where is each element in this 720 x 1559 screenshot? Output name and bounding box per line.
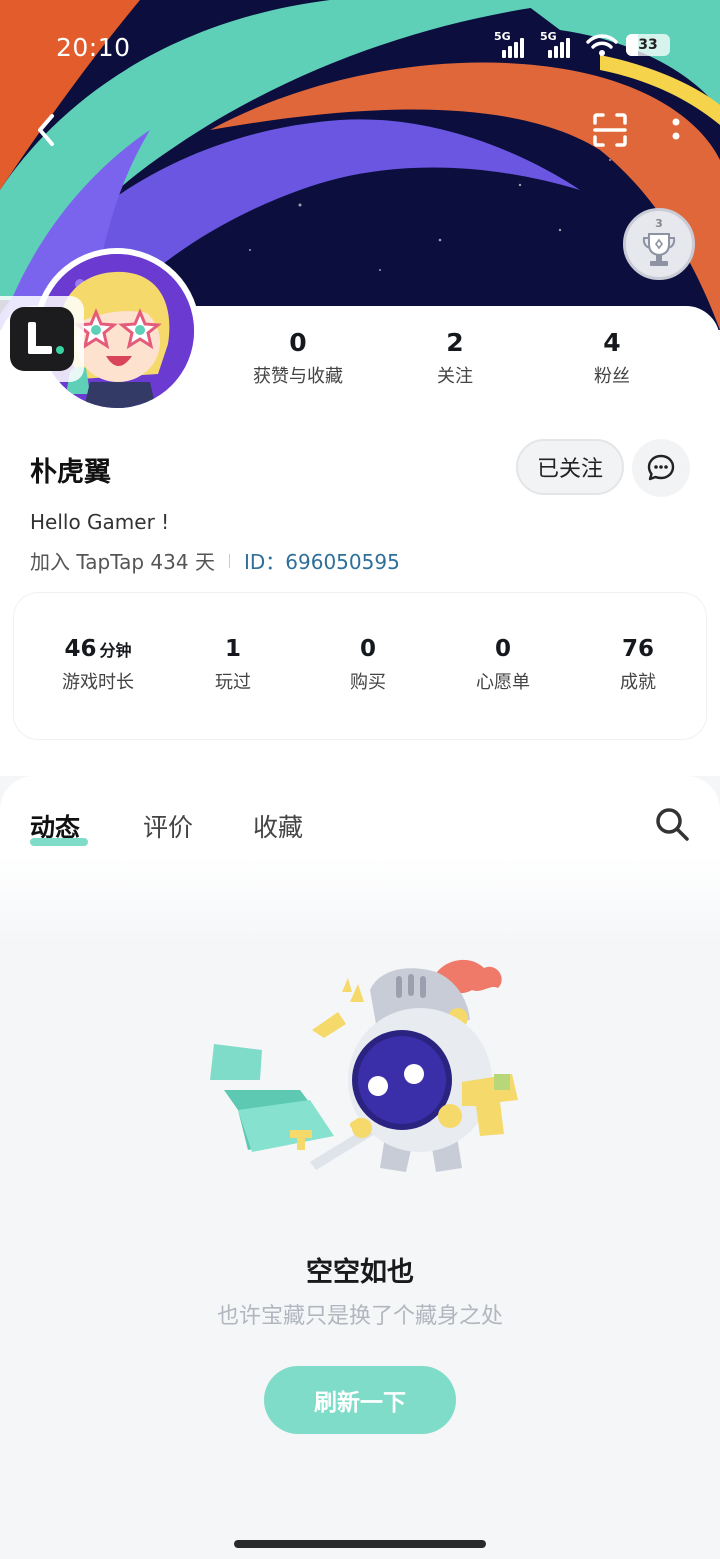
trophy-icon <box>642 233 676 266</box>
stat-label: 玩过 <box>215 672 251 693</box>
stat-following[interactable]: 2 关注 <box>395 328 515 388</box>
cell-signal-icon: 5G <box>540 30 578 60</box>
stat-value: 0 <box>359 636 376 662</box>
followed-button[interactable]: 已关注 <box>516 439 624 495</box>
empty-state-title: 空空如也 <box>306 1257 414 1288</box>
stat-label: 粉丝 <box>594 366 630 387</box>
stat-label: 成就 <box>620 672 656 693</box>
stat-unit: 分钟 <box>99 641 132 660</box>
more-options-icon[interactable] <box>666 112 686 148</box>
home-indicator[interactable] <box>234 1540 486 1548</box>
stat-purchased[interactable]: 0 购买 <box>308 636 428 694</box>
divider <box>228 553 230 568</box>
battery-indicator: 33 <box>626 34 670 56</box>
empty-state-illustration <box>210 959 518 1172</box>
stat-value: 0 <box>289 328 307 357</box>
search-icon[interactable] <box>654 806 690 842</box>
stat-label: 获赞与收藏 <box>253 366 343 387</box>
refresh-button[interactable]: 刷新一下 <box>264 1366 456 1434</box>
profile-bio: Hello Gamer ! <box>30 510 170 534</box>
stat-playtime[interactable]: 46 分钟 游戏时长 <box>38 636 158 694</box>
stat-played[interactable]: 1 玩过 <box>173 636 293 694</box>
achievement-level: 3 <box>655 217 663 230</box>
stat-value: 2 <box>446 328 464 357</box>
back-arrow-icon[interactable] <box>30 110 66 150</box>
stat-value: 0 <box>494 636 511 662</box>
stat-followers[interactable]: 4 粉丝 <box>552 328 672 388</box>
empty-state-subtitle: 也许宝藏只是换了个藏身之处 <box>216 1304 503 1329</box>
stat-label: 购买 <box>350 672 386 693</box>
stat-achievements[interactable]: 76 成就 <box>578 636 698 694</box>
stat-label: 心愿单 <box>476 672 530 693</box>
stat-value: 1 <box>224 636 241 662</box>
stat-wishlist[interactable]: 0 心愿单 <box>443 636 563 694</box>
status-icons: 5G 5G 33 <box>494 30 670 60</box>
message-button[interactable] <box>632 439 690 497</box>
stat-label: 关注 <box>437 366 473 387</box>
cell-signal-icon: 5G <box>494 30 532 60</box>
stat-value: 46 <box>64 636 97 662</box>
stat-value: 4 <box>603 328 621 357</box>
achievement-badge[interactable]: 3 <box>623 208 695 280</box>
user-id[interactable]: ID：696050595 <box>244 546 400 575</box>
tab-favorites[interactable]: 收藏 <box>253 808 303 844</box>
stat-likes[interactable]: 0 获赞与收藏 <box>238 328 358 388</box>
joined-days: 加入 TapTap 434 天 <box>30 550 215 574</box>
app-logo-icon <box>10 307 74 371</box>
floating-app-badge[interactable] <box>0 296 84 382</box>
active-tab-indicator <box>30 838 88 846</box>
stat-value: 76 <box>621 636 654 662</box>
chat-bubble-icon <box>647 454 675 481</box>
profile-meta: 加入 TapTap 434 天 ID：696050595 <box>30 546 400 575</box>
stat-label: 游戏时长 <box>62 672 134 693</box>
profile-username: 朴虎翼 <box>30 457 111 488</box>
scan-icon[interactable] <box>592 112 628 148</box>
wifi-icon <box>586 34 618 56</box>
status-time: 20:10 <box>56 33 131 62</box>
status-bar: 20:10 5G 5G 33 <box>0 0 720 96</box>
tab-reviews[interactable]: 评价 <box>143 808 193 844</box>
